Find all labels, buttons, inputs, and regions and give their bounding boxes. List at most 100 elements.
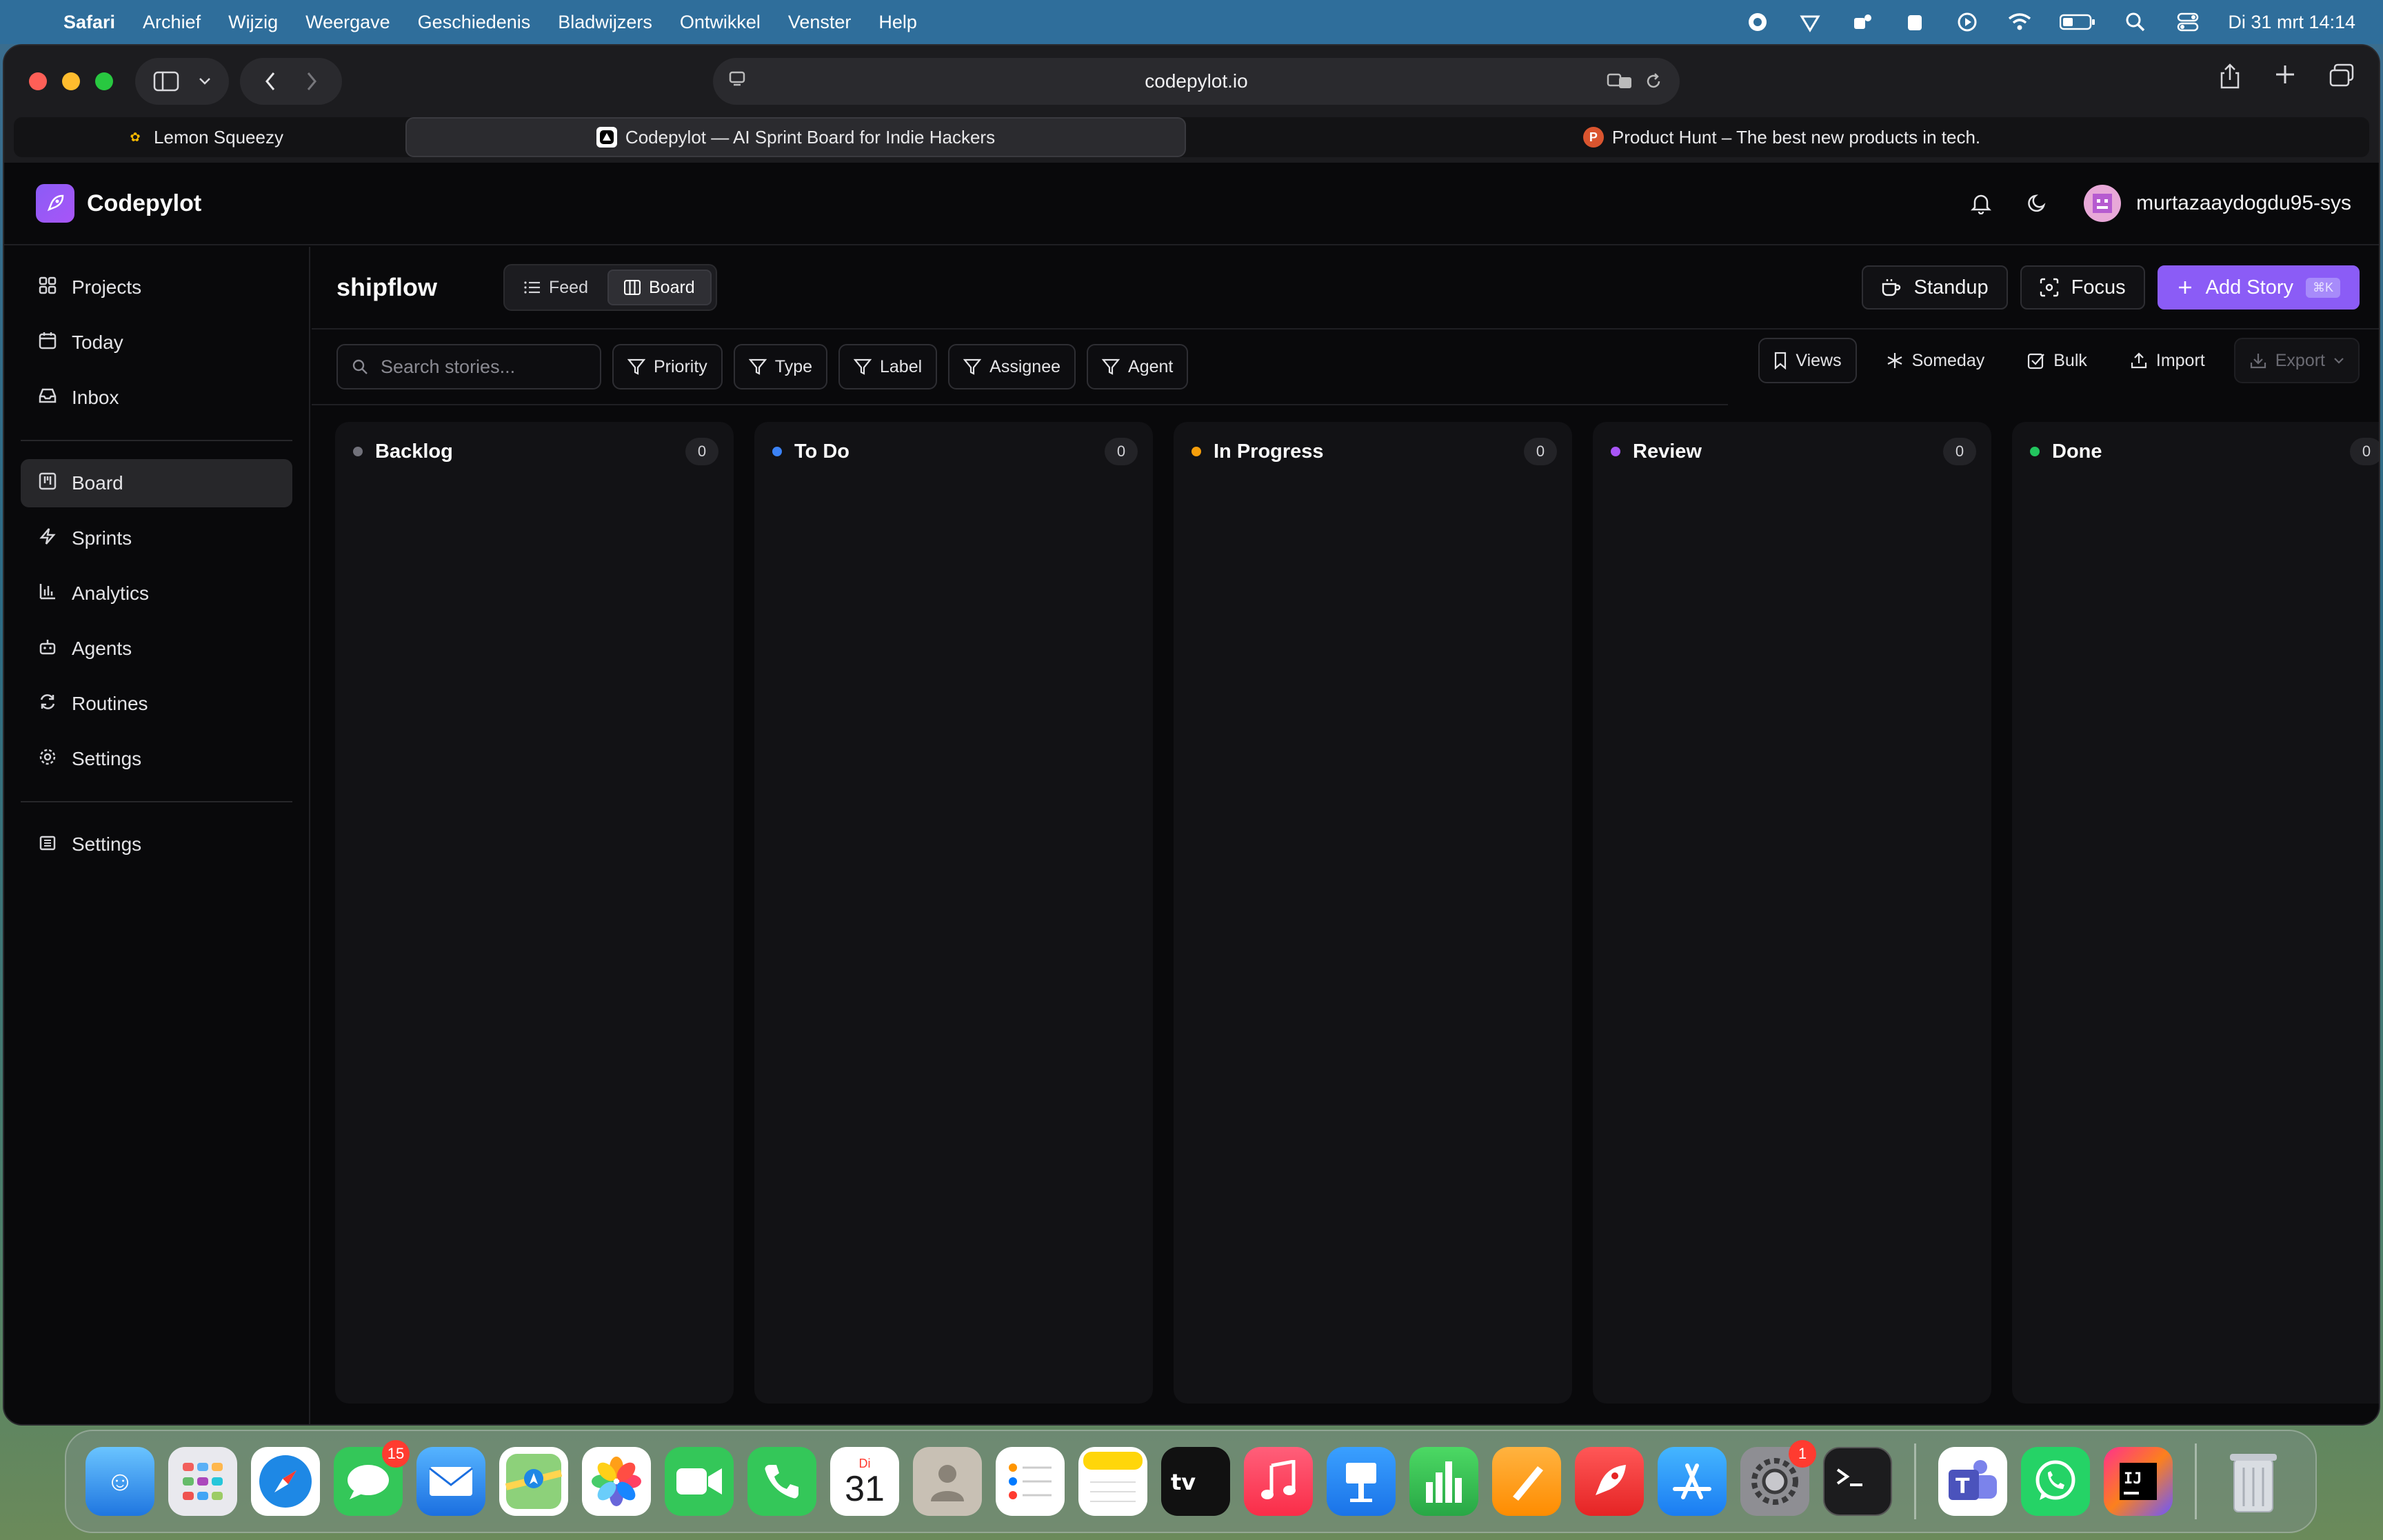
- filter-label-button[interactable]: Label: [838, 344, 938, 389]
- menu-bladwijzers[interactable]: Bladwijzers: [558, 12, 652, 33]
- whatsapp-icon[interactable]: [2021, 1447, 2090, 1516]
- contacts-icon[interactable]: [913, 1447, 982, 1516]
- bulk-button[interactable]: Bulk: [2013, 338, 2101, 383]
- sidebar-item-settings[interactable]: Settings: [21, 735, 292, 783]
- filter-type-button[interactable]: Type: [733, 344, 827, 389]
- rocket-logo-icon[interactable]: [36, 184, 74, 223]
- menu-geschiedenis[interactable]: Geschiedenis: [418, 12, 531, 33]
- sidebar-item-sprints[interactable]: Sprints: [21, 514, 292, 563]
- search-input[interactable]: Search stories...: [336, 344, 601, 389]
- view-board-button[interactable]: Board: [607, 270, 712, 305]
- menu-venster[interactable]: Venster: [788, 12, 852, 33]
- system-settings-icon[interactable]: 1: [1740, 1440, 1816, 1516]
- pages-icon[interactable]: [1492, 1447, 1561, 1516]
- photos-icon[interactable]: [582, 1447, 651, 1516]
- menu-ontwikkel[interactable]: Ontwikkel: [680, 12, 761, 33]
- rocket-app-icon[interactable]: [1575, 1447, 1644, 1516]
- views-button[interactable]: Views: [1758, 338, 1857, 383]
- play-status-icon[interactable]: [1955, 10, 1980, 34]
- import-button[interactable]: Import: [2116, 338, 2219, 383]
- menubar-datetime[interactable]: Di 31 mrt 14:14: [2228, 12, 2355, 33]
- control-center-icon[interactable]: [2175, 10, 2200, 34]
- standup-button[interactable]: Standup: [1861, 265, 2008, 310]
- keynote-icon[interactable]: [1327, 1447, 1396, 1516]
- translate-icon[interactable]: [1607, 72, 1634, 91]
- close-window-button[interactable]: [29, 72, 47, 90]
- minimize-window-button[interactable]: [62, 72, 80, 90]
- menu-app-name[interactable]: Safari: [63, 12, 115, 33]
- brand-name[interactable]: Codepylot: [87, 190, 201, 217]
- back-arrow-icon[interactable]: [265, 72, 276, 91]
- sidebar-item-today[interactable]: Today: [21, 318, 292, 367]
- menu-wijzig[interactable]: Wijzig: [228, 12, 278, 33]
- sidebar-item-inbox[interactable]: Inbox: [21, 374, 292, 422]
- address-bar[interactable]: codepylot.io: [713, 58, 1680, 105]
- page-settings-icon[interactable]: [728, 70, 746, 93]
- username[interactable]: murtazaaydogdu95-sys: [2136, 192, 2351, 215]
- teams-icon[interactable]: T: [1938, 1447, 2007, 1516]
- sidebar-toggle-button[interactable]: [135, 58, 229, 105]
- menu-archief[interactable]: Archief: [143, 12, 201, 33]
- sidebar-item-workspace-settings[interactable]: Settings: [21, 820, 292, 869]
- column-todo[interactable]: To Do 0: [754, 422, 1153, 1404]
- trash-icon[interactable]: [2219, 1447, 2288, 1516]
- fullscreen-window-button[interactable]: [95, 72, 113, 90]
- filter-priority-button[interactable]: Priority: [612, 344, 723, 389]
- menu-weergave[interactable]: Weergave: [305, 12, 390, 33]
- record-status-icon[interactable]: [1745, 10, 1770, 34]
- column-backlog[interactable]: Backlog 0: [335, 422, 734, 1404]
- column-review[interactable]: Review 0: [1593, 422, 1991, 1404]
- project-title[interactable]: shipflow: [336, 273, 437, 302]
- apple-tv-icon[interactable]: tv: [1161, 1447, 1230, 1516]
- moon-icon[interactable]: [2027, 193, 2048, 214]
- add-story-button[interactable]: Add Story ⌘K: [2157, 265, 2360, 310]
- teams-status-icon[interactable]: [1850, 10, 1875, 34]
- reload-icon[interactable]: [1644, 72, 1663, 91]
- notes-icon[interactable]: [1078, 1447, 1147, 1516]
- phone-icon[interactable]: [747, 1447, 816, 1516]
- export-button[interactable]: Export: [2233, 338, 2360, 383]
- music-icon[interactable]: [1244, 1447, 1313, 1516]
- filter-assignee-button[interactable]: Assignee: [948, 344, 1076, 389]
- terminal-icon[interactable]: [1823, 1447, 1892, 1516]
- someday-button[interactable]: Someday: [1872, 338, 1999, 383]
- messages-icon[interactable]: 15: [334, 1440, 410, 1516]
- building-icon: [37, 833, 58, 856]
- mail-icon[interactable]: [416, 1447, 485, 1516]
- tab-product-hunt[interactable]: P Product Hunt – The best new products i…: [1197, 117, 2366, 157]
- facetime-icon[interactable]: [665, 1447, 734, 1516]
- filter-agent-button[interactable]: Agent: [1087, 344, 1189, 389]
- numbers-icon[interactable]: [1409, 1447, 1478, 1516]
- new-tab-icon[interactable]: [2274, 63, 2296, 85]
- avatar[interactable]: [2084, 185, 2122, 222]
- sidebar-item-agents[interactable]: Agents: [21, 625, 292, 673]
- sidebar-item-projects[interactable]: Projects: [21, 263, 292, 312]
- tab-overview-icon[interactable]: [2329, 63, 2354, 87]
- app-store-icon[interactable]: [1658, 1447, 1727, 1516]
- maps-icon[interactable]: [499, 1447, 568, 1516]
- calendar-icon[interactable]: Di 31: [830, 1447, 899, 1516]
- vpn-status-icon[interactable]: [1798, 10, 1822, 34]
- intellij-icon[interactable]: IJ: [2104, 1447, 2173, 1516]
- finder-icon[interactable]: ☺: [86, 1447, 154, 1516]
- spotlight-search-icon[interactable]: [2123, 10, 2148, 34]
- forward-arrow-icon[interactable]: [306, 72, 317, 91]
- focus-button[interactable]: Focus: [2020, 265, 2145, 310]
- column-done[interactable]: Done 0: [2012, 422, 2379, 1404]
- sidebar-item-board[interactable]: Board: [21, 459, 292, 507]
- extension-status-icon[interactable]: [1902, 10, 1927, 34]
- sidebar-item-analytics[interactable]: Analytics: [21, 569, 292, 618]
- share-icon[interactable]: [2219, 63, 2241, 90]
- wifi-icon[interactable]: [2007, 10, 2032, 34]
- reminders-icon[interactable]: [996, 1447, 1065, 1516]
- safari-icon[interactable]: [251, 1447, 320, 1516]
- battery-icon[interactable]: [2060, 10, 2095, 34]
- menu-help[interactable]: Help: [878, 12, 917, 33]
- view-feed-button[interactable]: Feed: [509, 270, 603, 305]
- tab-lemon-squeezy[interactable]: ✿ Lemon Squeezy: [14, 117, 394, 157]
- launchpad-icon[interactable]: [168, 1447, 237, 1516]
- bell-icon[interactable]: [1971, 192, 1992, 214]
- sidebar-item-routines[interactable]: Routines: [21, 680, 292, 728]
- tab-codepylot[interactable]: Codepylot — AI Sprint Board for Indie Ha…: [405, 117, 1186, 157]
- column-in-progress[interactable]: In Progress 0: [1174, 422, 1572, 1404]
